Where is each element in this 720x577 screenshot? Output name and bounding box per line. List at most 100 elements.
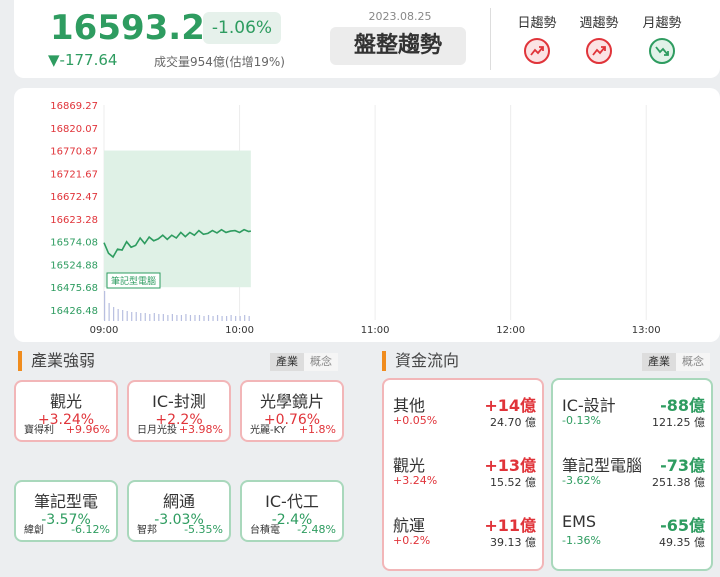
tab-concept[interactable]: 概念 xyxy=(676,353,710,371)
fund-flow-row[interactable]: 觀光 +13億 +3.24% 15.52 億 xyxy=(384,452,542,498)
volume-bar xyxy=(185,314,187,321)
fund-flow-tabs: 產業 概念 xyxy=(642,353,710,371)
sector-lead-stock-percent: +3.98% xyxy=(178,423,223,436)
volume-bar xyxy=(171,314,173,321)
volume-bar xyxy=(207,315,210,321)
sector-card[interactable]: 筆記型電 -3.57% 緯創 -6.12% xyxy=(14,480,118,542)
volume-bar xyxy=(212,316,214,321)
fund-flow-name: EMS xyxy=(562,512,597,531)
sector-card[interactable]: IC-代工 -2.4% 台積電 -2.48% xyxy=(240,480,344,542)
fund-flow-amount: +14億 xyxy=(484,396,536,415)
volume-bar xyxy=(113,307,115,321)
fund-flow-name: IC-設計 xyxy=(562,396,616,415)
sector-name: 筆記型電 xyxy=(33,492,98,511)
sector-lead-stock: 光麗-KY xyxy=(250,425,286,436)
volume-bar xyxy=(244,315,246,321)
volume-bar xyxy=(144,313,146,321)
sector-name: 觀光 xyxy=(49,392,82,411)
x-tick-label: 10:00 xyxy=(225,325,254,336)
sector-lead-stock-percent: +1.8% xyxy=(298,423,336,436)
annotation-label: 筆記型電腦 xyxy=(111,275,156,287)
daily-trend[interactable]: 日趨勢 xyxy=(507,12,567,64)
sector-lead-stock-percent: -6.12% xyxy=(71,523,110,536)
fund-flow-name: 航運 xyxy=(393,516,426,535)
tab-industry[interactable]: 產業 xyxy=(270,353,304,371)
sector-lead-stock-percent: +9.96% xyxy=(65,423,110,436)
trend-status: 盤整趨勢 xyxy=(330,27,466,65)
volume-bar xyxy=(122,310,124,321)
change-points: ▼-177.64 xyxy=(48,51,118,69)
sector-card[interactable]: 觀光 +3.24% 寶得利 +9.96% xyxy=(14,380,118,442)
weekly-trend-label: 週趨勢 xyxy=(579,16,619,31)
volume-bar xyxy=(180,315,183,321)
fund-flow-name: 其他 xyxy=(393,396,426,415)
sector-card[interactable]: 網通 -3.03% 智邦 -5.35% xyxy=(127,480,231,542)
fund-flow-percent: -3.62% xyxy=(562,474,601,487)
fund-flow-row[interactable]: EMS -65億 -1.36% 49.35 億 xyxy=(553,512,711,558)
sector-card[interactable]: IC-封測 +2.2% 日月光投 +3.98% xyxy=(127,380,231,442)
volume-bar xyxy=(216,315,219,321)
volume-bar xyxy=(131,312,133,321)
sector-lead-stock: 緯創 xyxy=(24,525,44,536)
intraday-chart-svg: 16869.27 16820.07 16770.87 16721.67 16672.47… xyxy=(50,101,661,336)
fund-flow-row[interactable]: IC-設計 -88億 -0.13% 121.25 億 xyxy=(553,392,711,438)
y-tick-label: 16623.28 xyxy=(50,215,98,226)
volume-bar xyxy=(158,314,160,321)
fund-flow-title: 資金流向 xyxy=(382,351,459,371)
sector-name: IC-代工 xyxy=(265,492,319,511)
fund-flow-row[interactable]: 航運 +11億 +0.2% 39.13 億 xyxy=(384,512,542,558)
tab-industry[interactable]: 產業 xyxy=(642,353,676,371)
fund-flow-row[interactable]: 其他 +14億 +0.05% 24.70 億 xyxy=(384,392,542,438)
monthly-trend[interactable]: 月趨勢 xyxy=(632,12,692,64)
sector-name: IC-封測 xyxy=(152,392,206,411)
change-percent-badge: -1.06% xyxy=(203,12,281,44)
volume-bar xyxy=(176,315,178,321)
fund-flow-value: 15.52 億 xyxy=(490,476,536,489)
y-tick-label: 16869.27 xyxy=(50,101,98,112)
fund-flow-value: 251.38 億 xyxy=(652,476,705,489)
volume-bar xyxy=(140,313,142,321)
fund-flow-percent: -0.13% xyxy=(562,414,601,427)
monthly-trend-label: 月趨勢 xyxy=(642,16,682,31)
sector-lead-stock-percent: -5.35% xyxy=(184,523,223,536)
sector-lead-stock-percent: -2.48% xyxy=(297,523,336,536)
y-tick-label: 16721.67 xyxy=(50,169,98,180)
fund-flow-percent: +0.2% xyxy=(393,534,431,547)
volume-bar xyxy=(189,315,192,321)
volume-bar xyxy=(198,315,201,321)
intraday-chart[interactable]: 16869.27 16820.07 16770.87 16721.67 16672.47… xyxy=(14,88,720,342)
range-box xyxy=(104,150,251,288)
index-price: 16593.23 xyxy=(50,8,229,48)
sector-tabs: 產業 概念 xyxy=(270,353,338,371)
trend-date: 2023.08.25 xyxy=(368,10,432,23)
fund-flow-amount: -88億 xyxy=(660,396,705,415)
volume-bar xyxy=(239,316,241,321)
y-tick-label: 16672.47 xyxy=(50,192,98,203)
fund-flow-amount: -73億 xyxy=(660,456,705,475)
sector-name: 光學鏡片 xyxy=(259,392,324,411)
fund-flow-row[interactable]: 筆記型電腦 -73億 -3.62% 251.38 億 xyxy=(553,452,711,498)
volume-bar xyxy=(117,309,119,321)
trend-down-icon xyxy=(649,38,675,64)
tab-concept[interactable]: 概念 xyxy=(304,353,338,371)
sector-card[interactable]: 光學鏡片 +0.76% 光麗-KY +1.8% xyxy=(240,380,344,442)
volume-bar xyxy=(126,311,128,321)
x-tick-label: 11:00 xyxy=(361,325,390,336)
y-tick-label: 16574.08 xyxy=(50,238,98,249)
volume-bar xyxy=(104,291,106,321)
volume-bar xyxy=(108,303,110,321)
sector-name: 網通 xyxy=(162,492,195,511)
volume-bar xyxy=(194,315,196,321)
fund-flow-value: 39.13 億 xyxy=(490,536,536,549)
x-tick-label: 13:00 xyxy=(632,325,661,336)
volume-bar xyxy=(162,314,164,321)
fund-flow-amount: -65億 xyxy=(660,516,705,535)
sector-lead-stock: 寶得利 xyxy=(24,425,54,436)
volume-bar xyxy=(235,316,237,321)
y-tick-label: 16820.07 xyxy=(50,124,98,135)
weekly-trend[interactable]: 週趨勢 xyxy=(569,12,629,64)
fund-flow-value: 121.25 億 xyxy=(652,416,705,429)
y-tick-label: 16426.48 xyxy=(50,306,98,317)
sector-lead-stock: 日月光投 xyxy=(137,425,177,436)
daily-trend-label: 日趨勢 xyxy=(517,16,557,31)
